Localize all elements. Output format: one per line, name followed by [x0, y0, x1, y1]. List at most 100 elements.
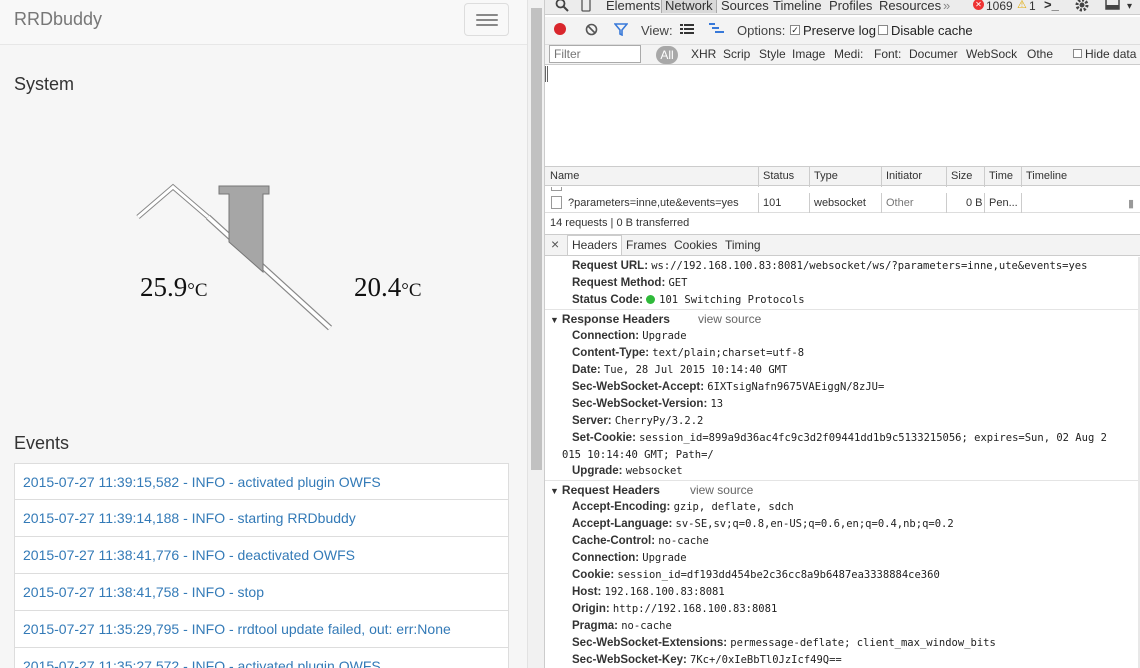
tab-frames[interactable]: Frames — [626, 238, 667, 252]
column-divider[interactable] — [881, 167, 882, 187]
filter-fonts[interactable]: Font: — [874, 47, 901, 61]
event-item[interactable]: 2015-07-27 11:35:29,795 - INFO - rrdtool… — [14, 611, 509, 648]
column-divider[interactable] — [1021, 167, 1022, 187]
header-value[interactable]: http://192.168.100.83:8081 — [613, 603, 777, 615]
timeline-overview[interactable] — [545, 66, 1140, 166]
page-scrollbar[interactable] — [527, 0, 544, 668]
filter-other[interactable]: Othe — [1027, 47, 1053, 61]
close-icon[interactable]: × — [551, 236, 559, 252]
clear-icon[interactable] — [585, 23, 598, 36]
filter-all-button[interactable]: All — [656, 46, 678, 64]
large-rows-icon[interactable] — [680, 24, 694, 35]
header-value[interactable]: session_id=899a9d36ac4fc9c3d2f09441dd1b9… — [639, 432, 1107, 444]
response-headers-section[interactable]: ▼ Response Headers view source — [550, 312, 761, 326]
request-view-source-link[interactable]: view source — [690, 483, 753, 497]
more-tabs-icon[interactable]: » — [943, 0, 950, 13]
row-name[interactable]: ?parameters=inne,ute&events=yes — [568, 197, 739, 209]
header-value[interactable]: no-cache — [658, 535, 709, 547]
tab-timeline[interactable]: Timeline — [773, 0, 822, 13]
request-headers-section[interactable]: ▼ Request Headers view source — [550, 483, 753, 497]
filter-xhr[interactable]: XHR — [691, 47, 716, 61]
header-value[interactable]: 6IXTsigNafn9675VAEiggN/8zJU= — [707, 381, 884, 393]
request-headers-title[interactable]: Request Headers — [562, 483, 660, 497]
header-value[interactable]: 7Kc+/0xIeBbTl0JzIcf49Q== — [690, 654, 842, 666]
filter-websockets[interactable]: WebSock — [966, 47, 1017, 61]
header-value[interactable]: permessage-deflate; client_max_window_bi… — [730, 637, 996, 649]
event-item[interactable]: 2015-07-27 11:38:41,758 - INFO - stop — [14, 574, 509, 611]
header-value[interactable]: 192.168.100.83:8081 — [605, 586, 725, 598]
inspect-search-icon[interactable] — [555, 0, 569, 12]
column-divider[interactable] — [758, 167, 759, 187]
col-type[interactable]: Type — [814, 170, 838, 182]
overview-selection-handle[interactable] — [545, 66, 548, 82]
header-value[interactable]: session_id=df193dd454be2c36cc8a9b6487ea3… — [617, 569, 939, 581]
filter-documents[interactable]: Documer — [909, 47, 958, 61]
header-value[interactable]: websocket — [626, 465, 683, 477]
header-value[interactable]: Upgrade — [642, 552, 686, 564]
hide-data-urls-label[interactable]: Hide data — [1085, 47, 1136, 61]
dock-side-icon[interactable] — [1105, 0, 1121, 12]
tab-network[interactable]: Network — [661, 0, 717, 13]
header-value[interactable]: sv-SE,sv;q=0.8,en-US;q=0.6,en;q=0.4,nb;q… — [676, 518, 954, 530]
record-icon[interactable] — [554, 23, 566, 35]
preserve-log-checkbox[interactable]: ✓ — [790, 25, 800, 35]
filter-funnel-icon[interactable] — [614, 23, 628, 36]
page-scrollbar-thumb[interactable] — [531, 8, 542, 470]
expand-triangle-icon[interactable]: ▼ — [550, 486, 559, 496]
overview-waterfall-icon[interactable] — [709, 23, 724, 35]
warning-count[interactable]: 1 — [1029, 0, 1036, 13]
header-value[interactable]: 13 — [710, 398, 723, 410]
tab-sources[interactable]: Sources — [721, 0, 769, 13]
header-value[interactable]: Upgrade — [642, 330, 686, 342]
col-name[interactable]: Name — [550, 170, 579, 182]
preserve-log-label[interactable]: Preserve log — [803, 23, 876, 38]
event-item[interactable]: 2015-07-27 11:39:14,188 - INFO - startin… — [14, 500, 509, 537]
tab-cookies[interactable]: Cookies — [674, 238, 717, 252]
menu-toggle-button[interactable] — [464, 3, 509, 36]
header-value[interactable]: gzip, deflate, sdch — [674, 501, 794, 513]
col-size[interactable]: Size — [951, 170, 972, 182]
tab-resources[interactable]: Resources — [879, 0, 941, 13]
expand-triangle-icon[interactable]: ▼ — [550, 315, 559, 325]
column-divider[interactable] — [946, 167, 947, 187]
col-status[interactable]: Status — [763, 170, 794, 182]
filter-images[interactable]: Image — [792, 47, 825, 61]
event-item[interactable]: 2015-07-27 11:35:27,572 - INFO - activat… — [14, 648, 509, 668]
header-value[interactable]: CherryPy/3.2.2 — [615, 415, 704, 427]
column-divider[interactable] — [809, 167, 810, 187]
settings-gear-icon[interactable] — [1074, 0, 1090, 13]
filter-media[interactable]: Medi: — [834, 47, 863, 61]
header-value[interactable]: text/plain;charset=utf-8 — [652, 347, 804, 359]
header-value[interactable]: ws://192.168.100.83:8081/websocket/ws/?p… — [651, 260, 1087, 272]
event-item[interactable]: 2015-07-27 11:39:15,582 - INFO - activat… — [14, 463, 509, 500]
header-value[interactable]: no-cache — [621, 620, 672, 632]
column-divider[interactable] — [984, 167, 985, 187]
dock-menu-chevron-icon[interactable]: ▾ — [1127, 1, 1132, 12]
header-value-continuation[interactable]: 015 10:14:40 GMT; Path=/ — [562, 449, 714, 461]
tab-timing[interactable]: Timing — [725, 238, 761, 252]
console-drawer-icon[interactable]: >_ — [1044, 0, 1059, 12]
response-view-source-link[interactable]: view source — [698, 312, 761, 326]
brand[interactable]: RRDbuddy — [14, 9, 102, 30]
disable-cache-checkbox[interactable] — [878, 25, 888, 35]
response-headers-title[interactable]: Response Headers — [562, 312, 670, 326]
col-initiator[interactable]: Initiator — [886, 170, 922, 182]
col-time[interactable]: Time — [989, 170, 1013, 182]
device-mode-icon[interactable] — [581, 0, 591, 12]
header-value[interactable]: 101 Switching Protocols — [659, 294, 804, 306]
filter-input[interactable] — [549, 45, 641, 63]
filter-scripts[interactable]: Scrip — [723, 47, 750, 61]
tab-profiles[interactable]: Profiles — [829, 0, 872, 13]
header-value[interactable]: GET — [668, 277, 687, 289]
tab-elements[interactable]: Elements — [606, 0, 660, 13]
event-item[interactable]: 2015-07-27 11:38:41,776 - INFO - deactiv… — [14, 537, 509, 574]
row-time: Pen... — [989, 197, 1018, 209]
filter-stylesheets[interactable]: Style — [759, 47, 786, 61]
table-row[interactable]: ?parameters=inne,ute&events=yes 101 webs… — [545, 193, 1140, 213]
col-timeline[interactable]: Timeline — [1026, 170, 1067, 182]
header-value[interactable]: Tue, 28 Jul 2015 10:14:40 GMT — [604, 364, 787, 376]
hide-data-urls-checkbox[interactable] — [1073, 49, 1082, 58]
disable-cache-label[interactable]: Disable cache — [891, 23, 973, 38]
tab-headers[interactable]: Headers — [567, 235, 623, 255]
error-count[interactable]: 1069 — [986, 0, 1013, 13]
